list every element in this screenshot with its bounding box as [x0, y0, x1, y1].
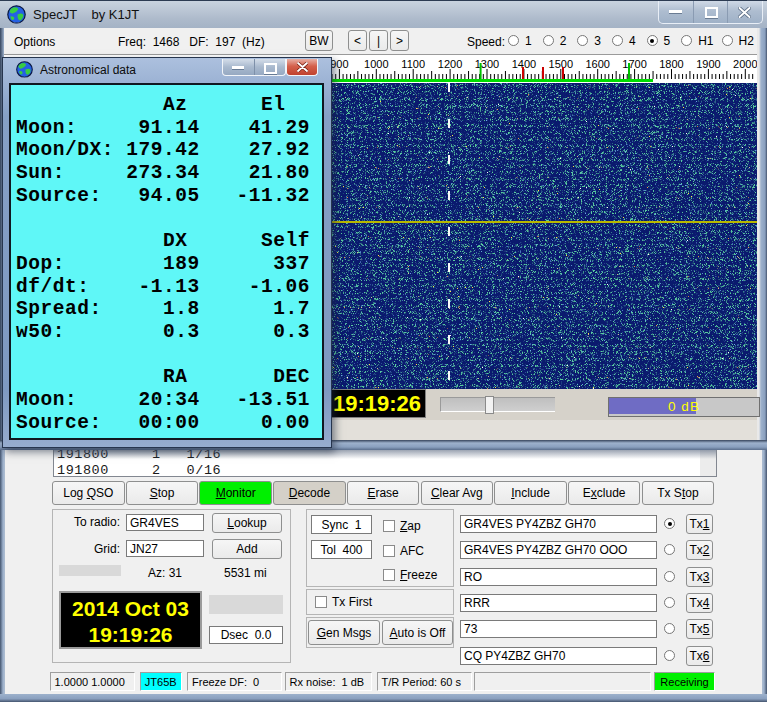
svg-text:900: 900 [330, 58, 348, 70]
svg-text:1600: 1600 [585, 58, 609, 70]
svg-text:1300: 1300 [475, 58, 499, 70]
svg-text:1700: 1700 [622, 58, 646, 70]
svg-text:2000: 2000 [733, 58, 757, 70]
svg-text:1100: 1100 [401, 58, 425, 70]
svg-text:1200: 1200 [438, 58, 462, 70]
svg-text:1900: 1900 [696, 58, 720, 70]
svg-text:1000: 1000 [364, 58, 388, 70]
svg-text:1800: 1800 [659, 58, 683, 70]
svg-text:1500: 1500 [549, 58, 573, 70]
